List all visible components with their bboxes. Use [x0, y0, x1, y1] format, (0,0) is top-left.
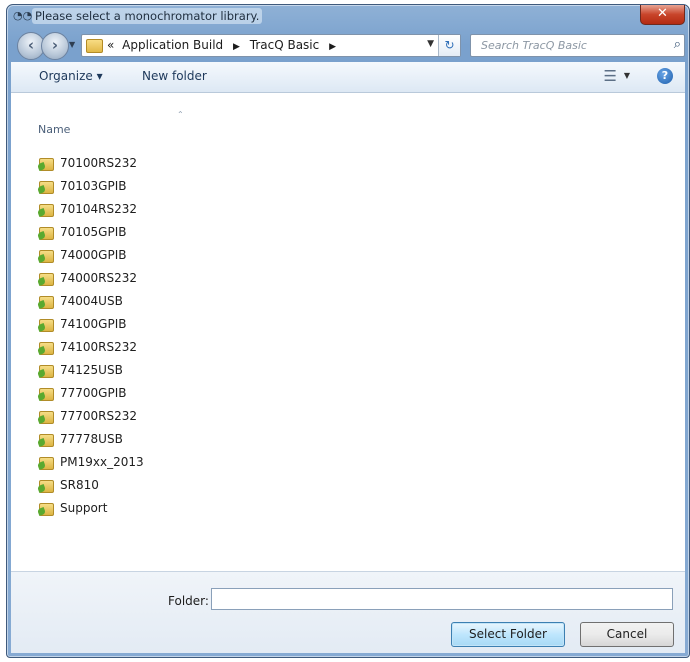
forward-button[interactable]: › [41, 32, 69, 60]
breadcrumb-overflow[interactable]: « [107, 38, 114, 52]
address-dropdown-icon[interactable]: ▼ [427, 39, 434, 49]
file-list-pane: ⌃ Name 70100RS232 70103GPIB 70104RS232 7… [11, 93, 685, 571]
forward-arrow-icon: › [51, 36, 59, 54]
search-icon[interactable]: ⌕ [674, 37, 681, 52]
cancel-button[interactable]: Cancel [580, 622, 674, 647]
close-button[interactable]: ✕ [640, 5, 685, 25]
title-bar: ◔◔ Please select a monochromator library… [7, 5, 689, 27]
folder-icon [39, 181, 54, 194]
folder-name: SR810 [60, 478, 99, 492]
help-icon[interactable]: ? [657, 68, 673, 84]
select-folder-button[interactable]: Select Folder [451, 622, 565, 647]
search-input[interactable]: Search TracQ Basic [481, 39, 587, 52]
folder-name: 77700RS232 [60, 409, 138, 423]
folder-icon [39, 250, 54, 263]
command-toolbar: Organize ▾ New folder ☰ ▼ ? [11, 62, 685, 93]
dialog-window: ◔◔ Please select a monochromator library… [6, 4, 690, 658]
folder-name: 74004USB [60, 294, 123, 308]
app-icon: ◔◔ [13, 9, 33, 22]
dialog-footer: Folder: Select Folder Cancel [11, 571, 685, 653]
folder-name: 74000GPIB [60, 248, 127, 262]
breadcrumb-tracq-basic[interactable]: TracQ Basic [250, 38, 319, 52]
folder-icon [39, 434, 54, 447]
folder-icon [39, 388, 54, 401]
breadcrumb-application-build[interactable]: Application Build [122, 38, 223, 52]
folder-name: 77778USB [60, 432, 123, 446]
folder-name: Support [60, 501, 108, 515]
column-header-name[interactable]: Name [38, 123, 70, 136]
folder-icon [39, 319, 54, 332]
folder-icon [39, 411, 54, 424]
folder-name: 77700GPIB [60, 386, 127, 400]
folder-icon [39, 457, 54, 470]
views-dropdown-icon[interactable]: ▼ [624, 71, 630, 80]
folder-name: 70104RS232 [60, 202, 138, 216]
search-box[interactable]: Search TracQ Basic ⌕ [470, 34, 685, 57]
folder-name: PM19xx_2013 [60, 455, 144, 469]
folder-icon [39, 480, 54, 493]
folder-name: 74000RS232 [60, 271, 138, 285]
folder-name: 74100RS232 [60, 340, 138, 354]
refresh-icon[interactable]: ↻ [438, 35, 460, 56]
folder-icon [39, 204, 54, 217]
address-bar[interactable]: « Application Build ▶ TracQ Basic ▶ ▼ ↻ [81, 34, 461, 57]
views-icon[interactable]: ☰ [604, 67, 617, 85]
folder-name: 74125USB [60, 363, 123, 377]
folder-name: 74100GPIB [60, 317, 127, 331]
breadcrumb-arrow-icon[interactable]: ▶ [329, 42, 336, 52]
folder-name: 70105GPIB [60, 225, 127, 239]
folder-icon [39, 365, 54, 378]
folder-icon [39, 227, 54, 240]
folder-icon [39, 503, 54, 516]
folder-icon [39, 296, 54, 309]
folder-icon [39, 273, 54, 286]
breadcrumb-arrow-icon[interactable]: ▶ [233, 42, 240, 52]
folder-name: 70100RS232 [60, 156, 138, 170]
close-icon: ✕ [657, 6, 668, 21]
folder-field-label: Folder: [168, 594, 209, 608]
navigation-bar: ‹ › ▼ « Application Build ▶ TracQ Basic … [7, 28, 689, 60]
folder-icon [39, 342, 54, 355]
back-arrow-icon: ‹ [27, 36, 35, 54]
sort-indicator-icon: ⌃ [177, 110, 184, 119]
folder-icon [86, 39, 103, 53]
recent-locations-dropdown[interactable]: ▼ [69, 40, 75, 49]
folder-name: 70103GPIB [60, 179, 127, 193]
organize-menu[interactable]: Organize ▾ [39, 69, 103, 83]
breadcrumb: « Application Build ▶ TracQ Basic ▶ [107, 38, 342, 52]
window-title: Please select a monochromator library. [32, 8, 263, 24]
folder-icon [39, 158, 54, 171]
folder-input[interactable] [211, 588, 673, 610]
new-folder-button[interactable]: New folder [142, 69, 207, 83]
